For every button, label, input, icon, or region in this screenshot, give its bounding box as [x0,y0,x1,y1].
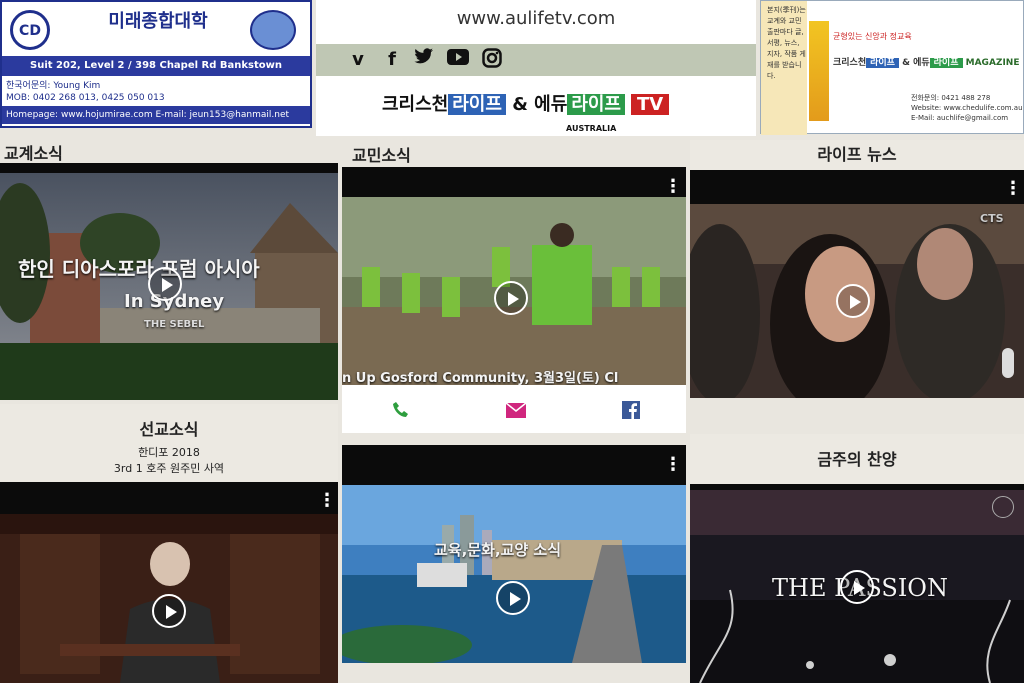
magazine-email: E-Mail: auchlife@gmail.com [911,114,1009,122]
section-title-weekly-praise: 금주의 찬양 [690,434,1024,484]
title-prefix: 크리스천 [382,94,449,115]
more-options-icon[interactable]: ⋮ [664,178,682,196]
video-church-news[interactable]: 한인 디아스포라 포럼 아시아 In Sydney THE SEBEL [0,173,338,400]
video-topbar [690,170,1024,204]
play-button[interactable] [836,284,870,318]
vimeo-icon[interactable]: v [346,48,370,72]
college-homepage: Homepage: www.hojumirae.com E-mail: jeun… [2,106,310,124]
mission-news-header: 선교소식 한디포 2018 3rd 1 호주 원주민 사역 [0,404,338,482]
video-community-news[interactable]: n Up Gosford Community, 3월3일(토) Cl [342,197,686,385]
section-title-church-news: 교계소식 [4,144,63,163]
play-button[interactable] [152,594,186,628]
magazine-flag [809,21,829,121]
side-scroll-handle[interactable] [1002,348,1014,378]
contact-name: Young Kim [53,81,101,91]
play-button[interactable] [494,281,528,315]
facebook-icon[interactable] [622,401,640,419]
magazine-title: 크리스천 라이프 & 에듀 라이프 MAGAZINE [833,55,1019,68]
twitter-icon[interactable] [412,48,436,72]
video-topbar [342,167,686,197]
building-sign: THE SEBEL [144,319,205,330]
ad-banner-magazine[interactable]: 본지(季刊)는 교계와 교민출판마다 글, 서평, 뉴스, 지자, 작품 게재를… [760,0,1024,135]
mail-icon[interactable] [505,402,527,418]
mag-life-tag: 라이프 [866,58,899,68]
video-thumbnail [342,485,686,663]
channel-logo-icon [992,496,1014,518]
magazine-contact: 전화문의: 0421 488 278 Website: www.chedulif… [911,93,1023,123]
video-caption: n Up Gosford Community, 3월3일(토) Cl [342,371,619,385]
video-topbar [0,482,338,514]
more-options-icon[interactable]: ⋮ [318,492,336,510]
more-options-icon[interactable]: ⋮ [1004,180,1022,198]
share-bar [342,385,686,433]
more-options-icon[interactable]: ⋮ [664,456,682,474]
play-button[interactable] [840,570,874,604]
contact-label: 한국어문의: [6,81,51,91]
video-weekly-praise[interactable]: THE PASSION [690,490,1024,683]
video-topbar [342,445,686,485]
title-tv-tag: TV [631,94,670,115]
video-overlay-title: 한인 디아스포라 포럼 아시아 [18,257,260,281]
phone-icon[interactable] [392,401,410,419]
mag-life-tag-2: 라이프 [929,58,963,68]
ad-banner-aulifetv[interactable]: www.aulifetv.com v f 크리스천 라이프 & 에듀 라이프 TV A… [316,0,756,136]
ad-banner-mirae-college[interactable]: CD 미래종합대학 Suit 202, Level 2 / 398 Chapel… [0,0,312,128]
magazine-phone: 전화문의: 0421 488 278 [911,94,991,102]
title-middle: & 에듀 [512,94,568,115]
mission-subtitle-1: 한디포 2018 [138,446,200,459]
facebook-icon[interactable]: f [380,48,404,72]
instagram-icon[interactable] [480,48,504,72]
mission-subtitle-2: 3rd 1 호주 원주민 사역 [113,462,225,475]
magazine-website: Website: www.chedulife.com.au [911,104,1023,112]
mag-suffix: MAGAZINE [965,58,1020,68]
section-title-life-news: 라이프 뉴스 [690,140,1024,170]
video-life-news[interactable]: CTS [690,204,1024,398]
channel-watermark: CTS [980,212,1004,225]
video-topbar [0,163,338,173]
youtube-icon[interactable] [446,48,470,72]
globe-logo-icon [250,10,296,50]
section-title-mission-news: 선교소식 [139,420,199,439]
magazine-slogan: 균형있는 신앙과 정교육 [833,32,912,41]
channel-subtitle: AUSTRALIA [566,124,617,133]
play-button[interactable] [496,581,530,615]
mag-prefix: 크리스천 [833,58,867,68]
section-title-community-news: 교민소식 [352,146,411,165]
video-mission-news[interactable] [0,514,338,683]
college-address: Suit 202, Level 2 / 398 Chapel Rd Bankst… [2,56,310,76]
title-life-tag: 라이프 [448,94,506,115]
college-contact: 한국어문의: Young Kim MOB: 0402 268 013, 0425… [6,80,165,104]
mag-middle: & 에듀 [902,58,930,68]
contact-mobile: MOB: 0402 268 013, 0425 050 013 [6,93,165,103]
title-life-tag-2: 라이프 [567,94,625,115]
magazine-notice: 본지(季刊)는 교계와 교민출판마다 글, 서평, 뉴스, 지자, 작품 게재를… [767,6,806,80]
channel-title: 크리스천 라이프 & 에듀 라이프 TV [382,90,670,116]
site-url[interactable]: www.aulifetv.com [316,8,756,29]
play-button[interactable] [148,267,182,301]
video-overlay-title: 교육,문화,교양 소식 [434,541,562,559]
video-education-culture[interactable]: 교육,문화,교양 소식 [342,485,686,663]
